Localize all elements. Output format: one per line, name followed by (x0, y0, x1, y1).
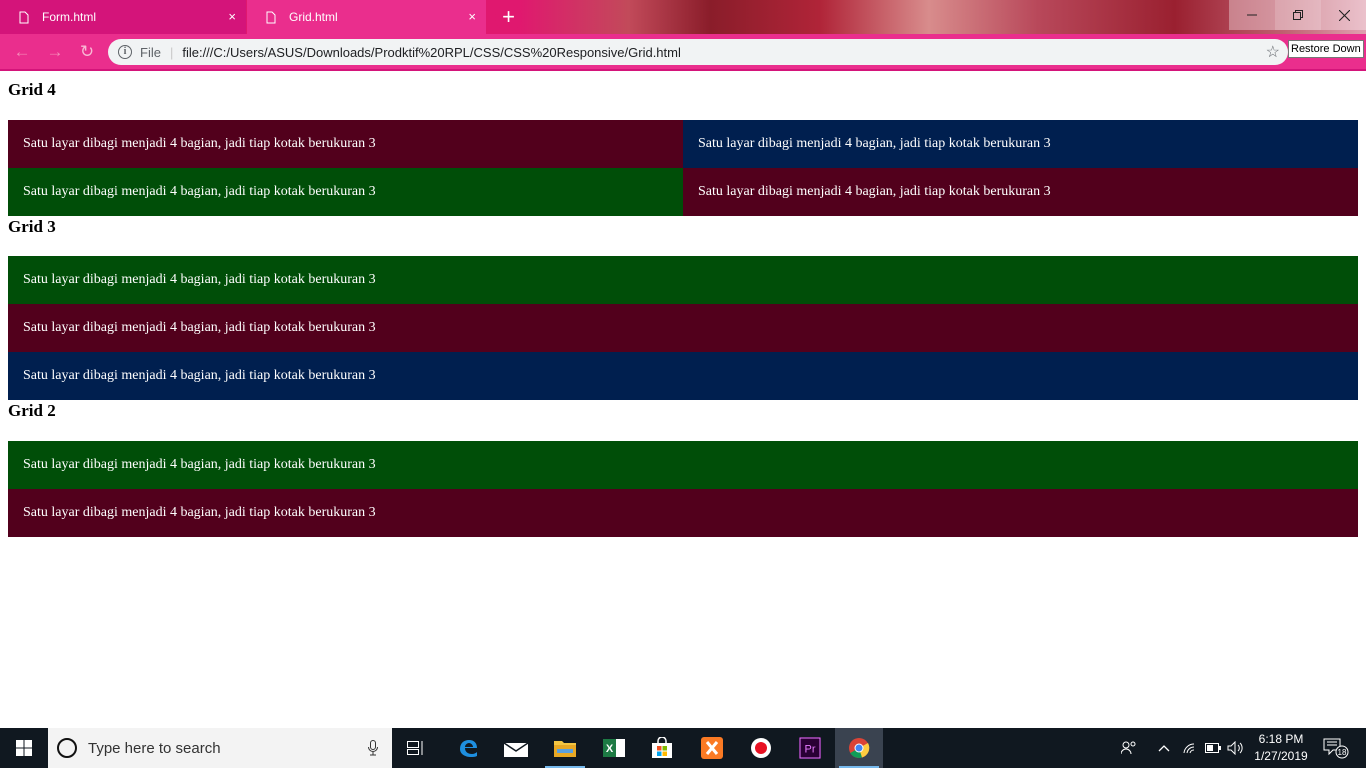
address-bar[interactable]: i File | file:///C:/Users/ASUS/Downloads… (108, 39, 1288, 65)
forward-arrow-icon[interactable]: → (45, 42, 65, 62)
grid-cell: Satu layar dibagi menjadi 4 bagian, jadi… (8, 304, 1358, 352)
battery-icon[interactable] (1202, 728, 1224, 768)
tab-title: Form.html (42, 10, 96, 24)
chrome-icon[interactable] (835, 728, 883, 768)
taskbar-search[interactable]: Type here to search (48, 728, 392, 768)
new-tab-button[interactable]: + (495, 4, 522, 31)
scheme-label: File (140, 44, 161, 60)
grid-cell: Satu layar dibagi menjadi 4 bagian, jadi… (8, 256, 1358, 304)
close-tab-icon[interactable]: × (468, 10, 476, 23)
excel-letter: X (606, 743, 614, 755)
tab-form[interactable]: Form.html × (0, 0, 246, 34)
omnibox-divider: | (169, 44, 174, 60)
tab-grid[interactable]: Grid.html × (247, 0, 486, 34)
clock-time: 6:18 PM (1258, 732, 1304, 746)
cortana-icon (57, 738, 77, 758)
excel-icon[interactable]: X (590, 728, 638, 768)
windows-taskbar: Type here to search X Pr 6:18 PM 1/27/20… (0, 728, 1366, 768)
minimize-button[interactable] (1229, 0, 1275, 30)
restore-down-button[interactable] (1275, 0, 1321, 30)
notification-count: 18 (1338, 748, 1347, 757)
grid-cell: Satu layar dibagi menjadi 4 bagian, jadi… (683, 168, 1358, 216)
reload-icon[interactable]: ↻ (77, 42, 97, 62)
search-placeholder: Type here to search (88, 739, 221, 757)
minimize-icon (1247, 14, 1257, 16)
premiere-icon[interactable]: Pr (786, 728, 834, 768)
mail-icon[interactable] (492, 728, 540, 768)
edge-icon[interactable] (444, 728, 492, 768)
store-icon[interactable] (638, 728, 686, 768)
file-icon (265, 10, 277, 24)
tab-title: Grid.html (289, 10, 338, 24)
close-tab-icon[interactable]: × (228, 10, 236, 23)
restore-icon (1293, 10, 1303, 20)
people-icon[interactable] (1116, 728, 1142, 768)
task-view-icon[interactable] (392, 728, 440, 768)
section-heading-grid-4: Grid 4 (8, 80, 56, 99)
xampp-icon[interactable] (688, 728, 736, 768)
grid-cell: Satu layar dibagi menjadi 4 bagian, jadi… (8, 489, 1358, 537)
wifi-icon[interactable] (1180, 728, 1202, 768)
grid-cell: Satu layar dibagi menjadi 4 bagian, jadi… (8, 168, 683, 216)
bookmark-star-icon[interactable]: ☆ (1266, 42, 1280, 62)
chevron-up-icon[interactable] (1152, 728, 1176, 768)
restore-down-tooltip: Restore Down (1288, 40, 1364, 58)
section-heading-grid-2: Grid 2 (8, 401, 56, 420)
volume-icon[interactable] (1224, 728, 1246, 768)
start-button[interactable] (0, 728, 48, 768)
file-explorer-icon[interactable] (541, 728, 589, 768)
close-window-button[interactable] (1321, 0, 1366, 30)
url-text[interactable]: file:///C:/Users/ASUS/Downloads/Prodktif… (182, 45, 681, 60)
close-icon (1338, 9, 1350, 21)
grid-cell: Satu layar dibagi menjadi 4 bagian, jadi… (683, 120, 1358, 168)
grid-cell: Satu layar dibagi menjadi 4 bagian, jadi… (8, 352, 1358, 400)
browser-title-bar: Form.html × Grid.html × + (0, 0, 1366, 34)
action-center-icon[interactable]: 18 (1318, 728, 1354, 768)
browser-toolbar: ← → ↻ i File | file:///C:/Users/ASUS/Dow… (0, 34, 1366, 71)
grid-cell: Satu layar dibagi menjadi 4 bagian, jadi… (8, 120, 683, 168)
recorder-icon[interactable] (737, 728, 785, 768)
microphone-icon[interactable] (368, 740, 378, 756)
clock-date: 1/27/2019 (1254, 749, 1308, 763)
premiere-letters: Pr (805, 744, 816, 756)
back-arrow-icon[interactable]: ← (12, 42, 32, 62)
file-icon (18, 10, 30, 24)
page-content: Grid 4 Satu layar dibagi menjadi 4 bagia… (0, 71, 1366, 728)
windows-logo-icon (16, 740, 32, 756)
grid-cell: Satu layar dibagi menjadi 4 bagian, jadi… (8, 441, 1358, 489)
system-clock[interactable]: 6:18 PM 1/27/2019 (1248, 731, 1314, 765)
info-icon[interactable]: i (118, 45, 132, 59)
section-heading-grid-3: Grid 3 (8, 217, 56, 236)
